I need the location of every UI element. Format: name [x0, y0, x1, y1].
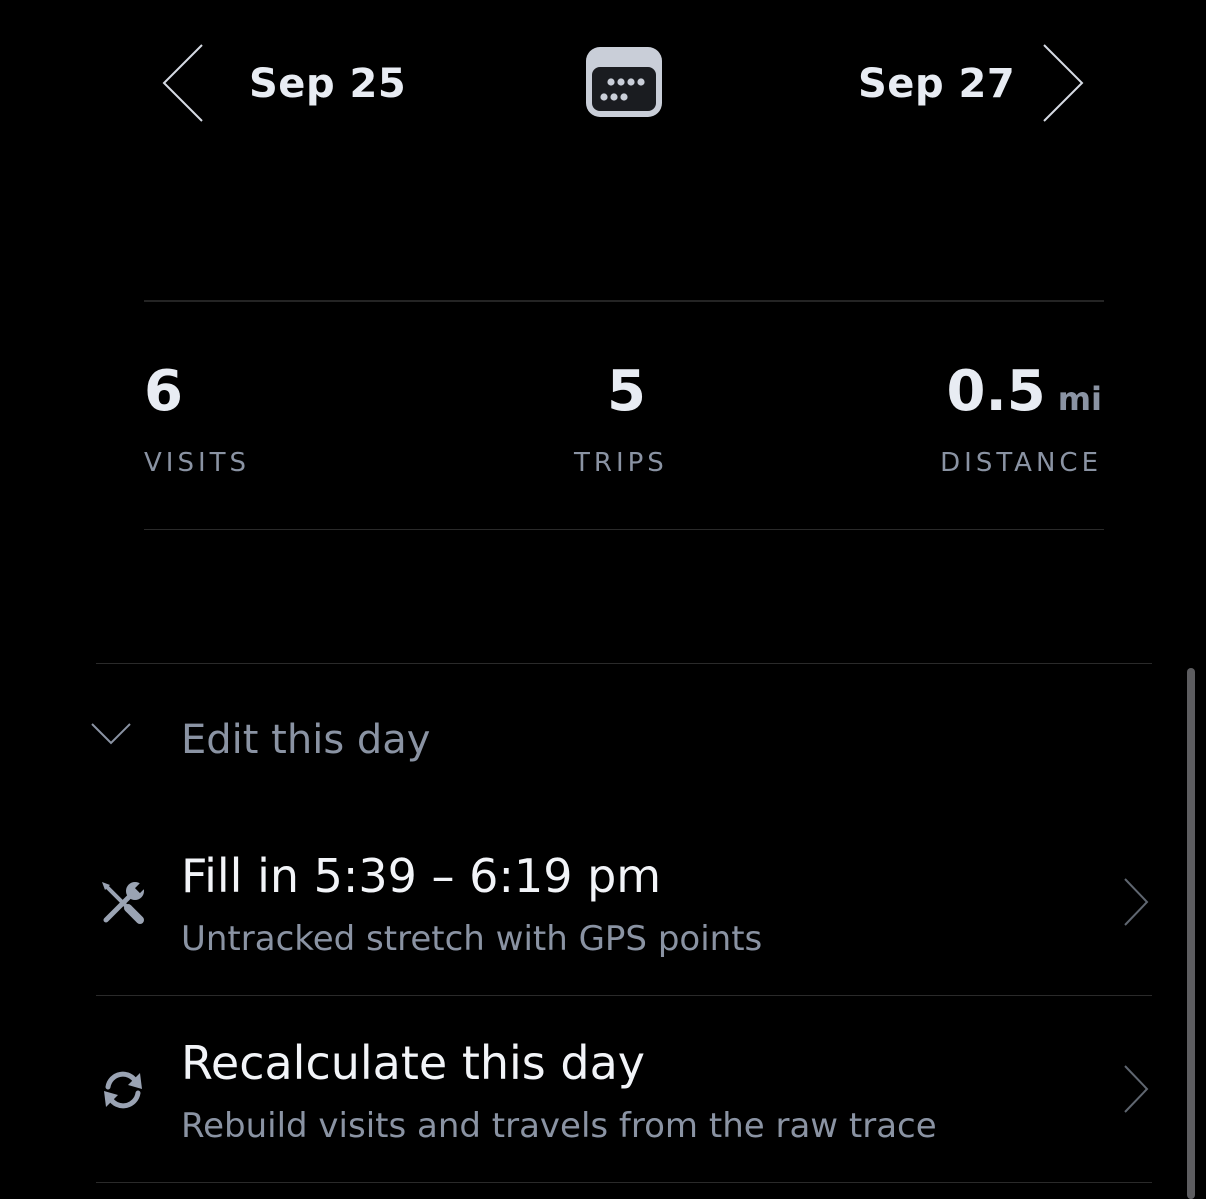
previous-date-label[interactable]: Sep 25	[249, 60, 406, 108]
next-day-button[interactable]	[1040, 42, 1088, 124]
distance-number: 0.5	[946, 359, 1046, 424]
chevron-down-icon	[88, 720, 134, 748]
calendar-button[interactable]	[584, 45, 664, 119]
distance-value: 0.5 mi	[946, 360, 1102, 431]
trips-count: 5	[607, 359, 646, 424]
edit-day-toggle[interactable]: Edit this day	[84, 700, 1152, 780]
next-date-label[interactable]: Sep 27	[858, 60, 1015, 108]
row-divider	[96, 995, 1152, 996]
chevron-right-icon	[1122, 876, 1150, 928]
recalculate-title: Recalculate this day	[181, 1036, 645, 1090]
fill-in-subtitle: Untracked stretch with GPS points	[181, 919, 763, 959]
recalculate-day-row[interactable]: Recalculate this day Rebuild visits and …	[96, 999, 1152, 1185]
date-navigation: Sep 25 Sep 27	[0, 0, 1206, 170]
chevron-right-icon	[1043, 44, 1084, 122]
scrollbar[interactable]	[1187, 668, 1195, 1199]
refresh-icon	[96, 1063, 150, 1117]
stats-top-divider	[144, 300, 1104, 302]
trips-label: TRIPS	[574, 448, 668, 478]
calendar-icon	[586, 47, 662, 117]
edit-day-title: Edit this day	[181, 717, 431, 763]
recalculate-subtitle: Rebuild visits and travels from the raw …	[181, 1106, 937, 1146]
chevron-right-icon	[1122, 1063, 1150, 1115]
previous-day-button[interactable]	[158, 42, 206, 124]
stats-bottom-divider	[144, 529, 1104, 530]
row-divider	[96, 1182, 1152, 1183]
tools-icon	[96, 876, 150, 930]
distance-label: DISTANCE	[940, 448, 1102, 478]
distance-unit: mi	[1057, 380, 1102, 418]
edit-section-divider	[96, 663, 1152, 664]
chevron-left-icon	[162, 44, 203, 122]
fill-in-gap-row[interactable]: Fill in 5:39 – 6:19 pm Untracked stretch…	[96, 812, 1152, 998]
fill-in-title: Fill in 5:39 – 6:19 pm	[181, 849, 662, 903]
visits-count: 6	[144, 359, 183, 424]
visits-label: VISITS	[144, 448, 251, 478]
